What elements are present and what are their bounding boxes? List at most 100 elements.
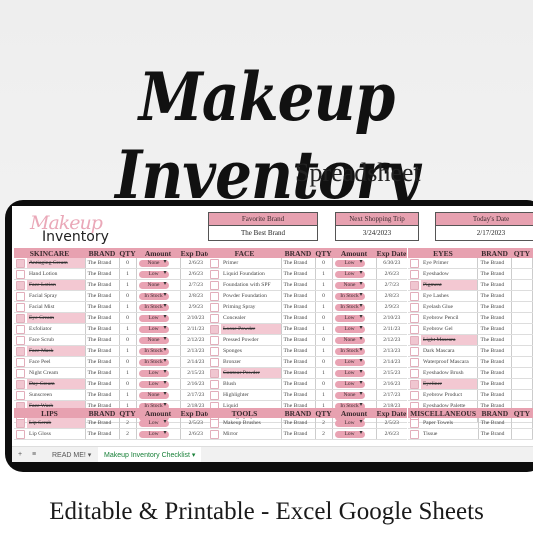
item-qty[interactable] [511, 356, 533, 368]
row-checkbox[interactable] [210, 258, 219, 268]
item-exp-date[interactable]: 2/14/23 [375, 356, 407, 368]
item-name[interactable]: Sunscreen [27, 389, 85, 401]
item-name[interactable]: Primer [221, 258, 281, 269]
row-checkbox[interactable] [16, 429, 25, 439]
amount-dropdown[interactable]: Low [334, 380, 365, 388]
amount-dropdown[interactable]: Low [138, 314, 169, 322]
amount-dropdown[interactable]: Low [334, 325, 365, 333]
item-name[interactable]: Eyebrow Product [421, 389, 478, 401]
item-exp-date[interactable]: 2/15/23 [375, 367, 407, 379]
row-checkbox[interactable] [16, 418, 25, 428]
item-brand[interactable]: The Brand [84, 323, 120, 335]
amount-dropdown[interactable]: In Stock [138, 292, 169, 300]
item-name[interactable]: Day Cream [27, 378, 85, 390]
item-qty[interactable]: 1 [315, 323, 333, 335]
row-checkbox[interactable] [410, 368, 419, 378]
row-checkbox[interactable] [210, 291, 219, 301]
item-qty[interactable]: 1 [119, 345, 137, 357]
item-name[interactable]: Contour Powder [221, 367, 281, 379]
item-name[interactable]: Exfoliator [27, 323, 85, 335]
item-name[interactable]: Hand Lotion [27, 268, 85, 280]
item-brand[interactable]: The Brand [280, 312, 316, 324]
item-brand[interactable]: The Brand [280, 334, 316, 346]
item-qty[interactable]: 0 [315, 290, 333, 302]
item-qty[interactable]: 0 [119, 356, 137, 368]
item-exp-date[interactable]: 2/6/23 [375, 268, 407, 280]
item-brand[interactable]: The Brand [84, 312, 120, 324]
add-sheet-button[interactable]: + [18, 451, 22, 458]
item-name[interactable]: Eye Cream [27, 312, 85, 324]
item-brand[interactable]: The Brand [280, 356, 316, 368]
item-name[interactable]: Eyeliner [421, 378, 478, 390]
item-brand[interactable]: The Brand [280, 367, 316, 379]
item-qty[interactable]: 0 [315, 334, 333, 346]
item-name[interactable]: Pigment [421, 279, 478, 291]
row-checkbox[interactable] [16, 324, 25, 334]
item-qty[interactable]: 1 [119, 323, 137, 335]
row-checkbox[interactable] [16, 280, 25, 290]
row-checkbox[interactable] [210, 418, 219, 428]
item-brand[interactable]: The Brand [477, 323, 512, 335]
row-checkbox[interactable] [210, 357, 219, 367]
item-exp-date[interactable]: 2/17/23 [179, 389, 211, 401]
item-brand[interactable]: The Brand [84, 258, 120, 269]
item-exp-date[interactable]: 2/15/23 [179, 367, 211, 379]
item-name[interactable]: Face Mask [27, 345, 85, 357]
item-qty[interactable]: 1 [119, 389, 137, 401]
item-qty[interactable] [511, 367, 533, 379]
item-qty[interactable] [511, 279, 533, 291]
item-qty[interactable]: 0 [315, 356, 333, 368]
item-name[interactable]: Lip Scrub [27, 418, 85, 429]
item-exp-date[interactable]: 2/13/23 [375, 345, 407, 357]
item-brand[interactable]: The Brand [477, 356, 512, 368]
item-brand[interactable]: The Brand [84, 290, 120, 302]
item-qty[interactable]: 2 [119, 428, 137, 440]
row-checkbox[interactable] [410, 269, 419, 279]
row-checkbox[interactable] [410, 418, 419, 428]
item-name[interactable]: Waterproof Mascara [421, 356, 478, 368]
amount-dropdown[interactable]: Low [334, 270, 365, 278]
item-name[interactable]: Eyebrow Gel [421, 323, 478, 335]
item-exp-date[interactable]: 2/12/23 [179, 334, 211, 346]
row-checkbox[interactable] [16, 368, 25, 378]
item-brand[interactable]: The Brand [477, 389, 512, 401]
row-checkbox[interactable] [210, 379, 219, 389]
item-exp-date[interactable]: 2/6/23 [375, 428, 407, 440]
item-exp-date[interactable]: 2/7/23 [179, 279, 211, 291]
item-brand[interactable]: The Brand [477, 258, 512, 269]
row-checkbox[interactable] [210, 280, 219, 290]
amount-dropdown[interactable]: None [334, 281, 365, 289]
amount-dropdown[interactable]: In Stock [334, 292, 365, 300]
row-checkbox[interactable] [16, 291, 25, 301]
item-name[interactable]: Liquid Foundation [221, 268, 281, 280]
item-qty[interactable] [511, 378, 533, 390]
item-brand[interactable]: The Brand [280, 268, 316, 280]
row-checkbox[interactable] [410, 335, 419, 345]
amount-dropdown[interactable]: Low [334, 314, 365, 322]
item-name[interactable]: Eyelash Glue [421, 301, 478, 313]
row-checkbox[interactable] [210, 368, 219, 378]
item-brand[interactable]: The Brand [477, 301, 512, 313]
item-brand[interactable]: The Brand [84, 345, 120, 357]
item-exp-date[interactable]: 2/6/23 [179, 258, 211, 269]
item-qty[interactable] [511, 418, 533, 429]
item-brand[interactable]: The Brand [280, 323, 316, 335]
amount-dropdown[interactable]: None [138, 259, 169, 267]
item-exp-date[interactable]: 2/13/23 [179, 345, 211, 357]
item-qty[interactable]: 0 [119, 290, 137, 302]
item-qty[interactable]: 0 [315, 258, 333, 269]
amount-dropdown[interactable]: Low [334, 358, 365, 366]
item-qty[interactable] [511, 334, 533, 346]
item-brand[interactable]: The Brand [280, 428, 316, 440]
item-exp-date[interactable]: 2/6/23 [179, 428, 211, 440]
row-checkbox[interactable] [210, 390, 219, 400]
item-name[interactable]: Eyebrow Pencil [421, 312, 478, 324]
item-name[interactable]: Powder Foundation [221, 290, 281, 302]
item-brand[interactable]: The Brand [477, 334, 512, 346]
item-exp-date[interactable]: 2/6/23 [179, 268, 211, 280]
item-qty[interactable]: 0 [315, 312, 333, 324]
amount-dropdown[interactable]: Low [334, 419, 365, 427]
item-name[interactable]: Concealer [221, 312, 281, 324]
item-qty[interactable]: 1 [119, 301, 137, 313]
amount-dropdown[interactable]: In Stock [138, 347, 169, 355]
